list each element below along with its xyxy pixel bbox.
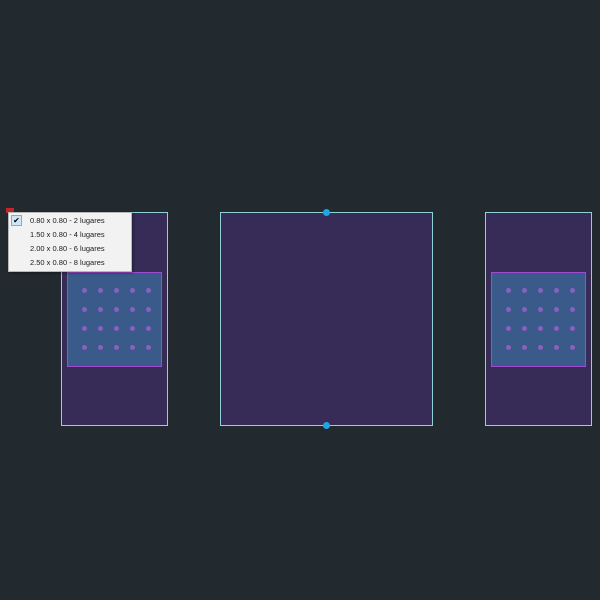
seat-dot xyxy=(506,307,511,312)
seat-dot xyxy=(554,307,559,312)
seat-dot xyxy=(522,345,527,350)
seat-dot xyxy=(522,307,527,312)
seat-dot xyxy=(554,326,559,331)
seat-dot xyxy=(98,307,103,312)
seat-dot xyxy=(82,345,87,350)
seat-dot xyxy=(538,326,543,331)
menu-item-1[interactable]: 1.50 x 0.80 - 4 lugares xyxy=(9,228,131,242)
seat-dot xyxy=(130,288,135,293)
menu-item-label: 2.50 x 0.80 - 8 lugares xyxy=(30,258,105,267)
seat-dot xyxy=(82,288,87,293)
menu-item-label: 1.50 x 0.80 - 4 lugares xyxy=(30,230,105,239)
seat-dot xyxy=(570,326,575,331)
seat-dot xyxy=(146,288,151,293)
right-block[interactable] xyxy=(485,212,592,426)
menu-item-3[interactable]: 2.50 x 0.80 - 8 lugares xyxy=(9,256,131,270)
seat-dot xyxy=(538,345,543,350)
seat-dot xyxy=(570,345,575,350)
seat-dot xyxy=(554,345,559,350)
left-table-panel[interactable] xyxy=(67,272,162,367)
seat-dot xyxy=(506,288,511,293)
menu-item-label: 2.00 x 0.80 - 6 lugares xyxy=(30,244,105,253)
menu-item-2[interactable]: 2.00 x 0.80 - 6 lugares xyxy=(9,242,131,256)
seat-dot xyxy=(114,288,119,293)
lookup-menu: ✔ 0.80 x 0.80 - 2 lugares 1.50 x 0.80 - … xyxy=(8,212,132,272)
seat-dot xyxy=(130,307,135,312)
seat-dot xyxy=(522,326,527,331)
top-grip-handle[interactable] xyxy=(323,209,330,216)
seat-dot xyxy=(130,326,135,331)
checkmark-icon: ✔ xyxy=(11,215,22,226)
seat-dot xyxy=(538,288,543,293)
seat-dot xyxy=(82,307,87,312)
seat-dot xyxy=(146,345,151,350)
seat-dot xyxy=(146,307,151,312)
seat-dot xyxy=(114,307,119,312)
seat-dot xyxy=(98,345,103,350)
seat-dot xyxy=(570,288,575,293)
seat-dot xyxy=(130,345,135,350)
drawing-canvas[interactable]: ✔ 0.80 x 0.80 - 2 lugares 1.50 x 0.80 - … xyxy=(0,0,600,600)
seat-dot xyxy=(570,307,575,312)
seat-dot xyxy=(146,326,151,331)
seat-dot xyxy=(538,307,543,312)
menu-item-0[interactable]: ✔ 0.80 x 0.80 - 2 lugares xyxy=(9,214,131,228)
bottom-grip-handle[interactable] xyxy=(323,422,330,429)
seat-dot xyxy=(506,345,511,350)
seat-dot xyxy=(114,345,119,350)
seat-dot xyxy=(506,326,511,331)
menu-item-label: 0.80 x 0.80 - 2 lugares xyxy=(30,216,105,225)
seat-dot xyxy=(554,288,559,293)
seat-dot xyxy=(82,326,87,331)
seat-dot xyxy=(98,288,103,293)
seat-dot xyxy=(98,326,103,331)
center-block[interactable] xyxy=(220,212,433,426)
right-table-panel[interactable] xyxy=(491,272,586,367)
seat-dot xyxy=(522,288,527,293)
seat-dot xyxy=(114,326,119,331)
